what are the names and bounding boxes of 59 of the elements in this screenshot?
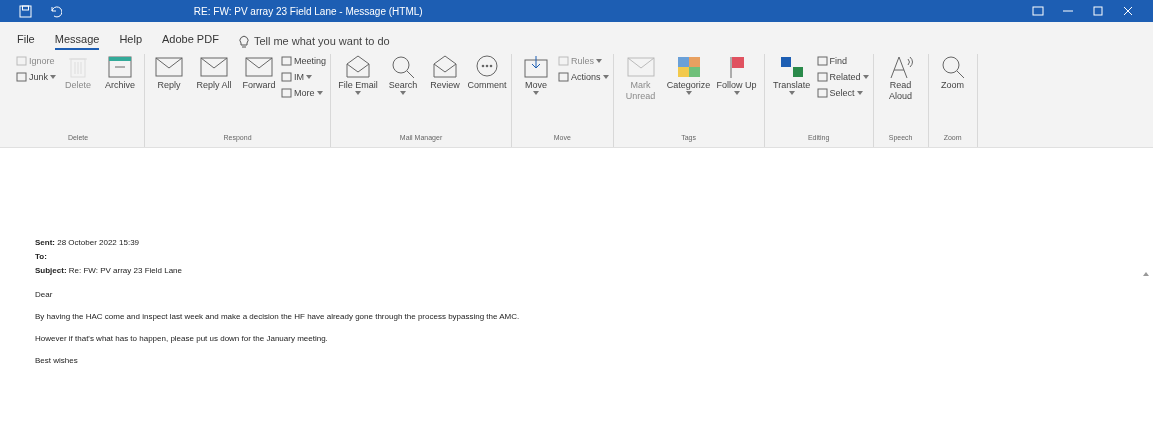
window-title: RE: FW: PV array 23 Field Lane - Message (HTML) (192, 5, 424, 17)
ribbon-button[interactable]: Reply (149, 54, 189, 134)
small-command-icon (281, 56, 292, 66)
ribbon-button[interactable]: Comment (467, 54, 508, 134)
ribbon-button[interactable]: Search (383, 54, 424, 134)
body-paragraph: Dear (35, 290, 53, 299)
small-command-icon (281, 72, 292, 82)
envelope-icon (344, 54, 373, 80)
small-command-icon (816, 88, 828, 98)
ribbon-button[interactable]: Reply All (191, 54, 237, 134)
ribbon-small-button[interactable]: Meeting (281, 56, 327, 66)
ribbon-button[interactable]: Read Aloud (877, 54, 924, 134)
header-line: Subject: Re: FW: PV array 23 Field Lane (35, 266, 183, 275)
envelope-icon (154, 54, 184, 80)
tell-me-field[interactable]: Tell me what you want to do (253, 35, 390, 47)
small-command-icon (816, 72, 828, 82)
ribbon-button[interactable]: Zoom (932, 54, 973, 134)
ribbon-tab[interactable]: Adobe PDF (162, 32, 219, 50)
envelope-icon (244, 54, 274, 80)
header-line: To: (35, 252, 47, 261)
ribbon-button[interactable]: File Email (335, 54, 382, 134)
ribbon-button[interactable]: Follow Up (713, 54, 760, 134)
window-icon (106, 54, 134, 80)
body-paragraph: Best wishes (35, 356, 78, 365)
small-command-icon (558, 72, 570, 82)
ribbon-small-button[interactable]: Junk (16, 72, 56, 82)
ribbon-button[interactable]: Move (516, 54, 557, 134)
ribbon-button[interactable]: Review (425, 54, 466, 134)
ribbon-button[interactable]: Translate (768, 54, 815, 134)
ribbon-tab[interactable]: File (17, 32, 35, 50)
envelope-icon (625, 54, 656, 80)
small-command-icon (16, 56, 27, 66)
ribbon-small-button[interactable]: Find (816, 56, 869, 66)
small-command-icon (816, 56, 828, 66)
ribbon-small-button[interactable]: More (281, 88, 327, 98)
ribbon-small-button[interactable]: Related (816, 72, 869, 82)
ribbon-small-button[interactable]: Actions (558, 72, 609, 82)
ribbon-button[interactable]: Categorize (665, 54, 712, 134)
small-command-icon (558, 56, 570, 66)
small-command-icon (281, 88, 292, 98)
ribbon-button[interactable]: Forward (239, 54, 279, 134)
body-paragraph: However if that's what has to happen, please put us down for the January meeting. (35, 334, 328, 343)
small-command-icon (16, 72, 27, 82)
maximize-icon[interactable] (1093, 6, 1103, 16)
ribbon-small-button[interactable]: Select (816, 88, 869, 98)
body-paragraph: By having the HAC come and inspect last week and make a decision the HF have already gone through the process bypassing the AMC. (35, 312, 520, 321)
ribbon-tab[interactable]: Help (119, 32, 142, 50)
close-icon[interactable] (1123, 6, 1133, 16)
undo-icon[interactable] (48, 4, 62, 18)
ribbon-small-button[interactable]: IM (281, 72, 327, 82)
save-icon[interactable] (18, 4, 32, 18)
envelope-icon (431, 54, 460, 80)
envelope-icon (199, 54, 229, 80)
header-line: Sent: 28 October 2022 15:39 (35, 238, 140, 247)
lightbulb-icon (238, 34, 249, 48)
scroll-up-icon[interactable] (1143, 272, 1149, 276)
tray-arrow-icon (522, 54, 551, 80)
ribbon-button[interactable]: Archive (100, 54, 140, 134)
ribbon-display-icon[interactable] (1032, 6, 1044, 16)
